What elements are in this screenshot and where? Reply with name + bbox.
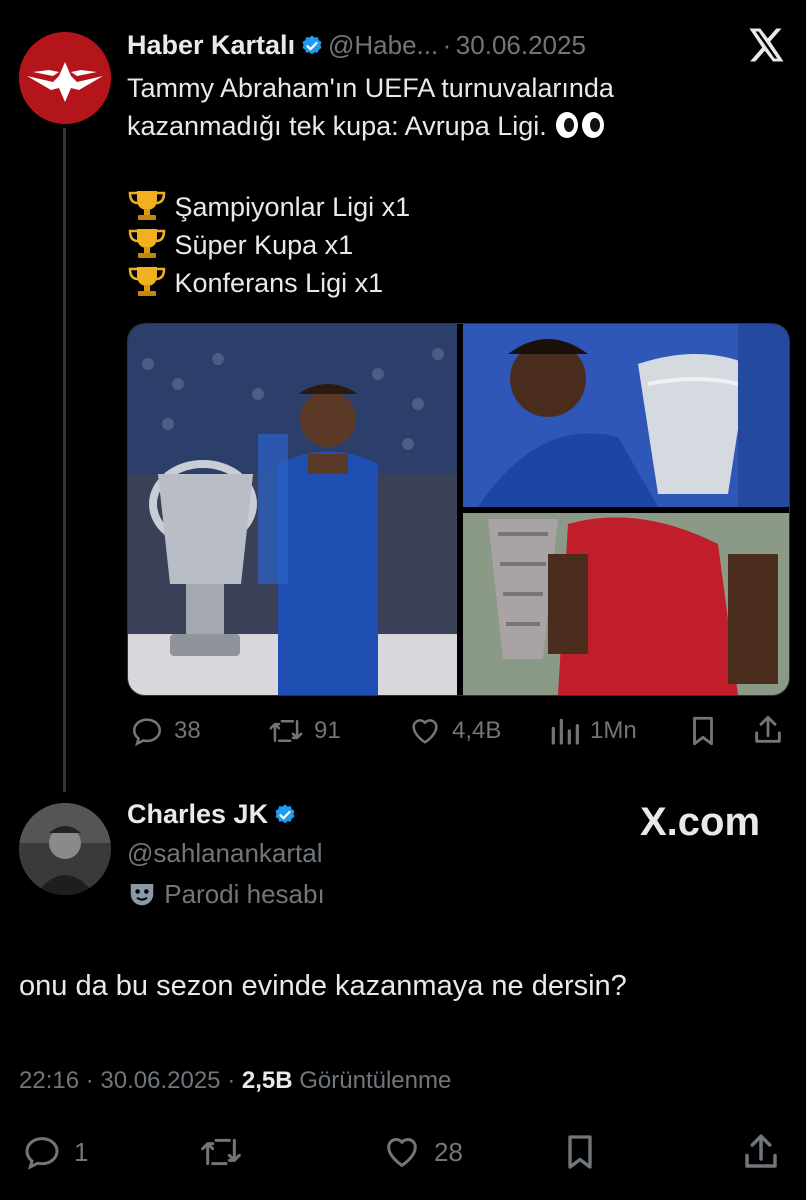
trophy-text: Şampiyonlar Ligi x1 <box>174 192 411 222</box>
media-photos <box>128 324 789 695</box>
reply-button[interactable]: 38 <box>130 714 201 748</box>
tweet-text-line-2-text: kazanmadığı tek kupa: Avrupa Ligi. <box>127 111 547 141</box>
parody-mask-icon <box>130 884 154 906</box>
photo-super-cup[interactable] <box>463 324 789 507</box>
retweet-count: 91 <box>314 717 341 744</box>
tweet-text-line-1: Tammy Abraham'ın UEFA turnuvalarında <box>127 73 614 103</box>
author-handle[interactable]: @Habe... <box>328 30 438 60</box>
like-icon <box>387 1138 417 1167</box>
reply-time[interactable]: 22:16 <box>19 1067 79 1094</box>
tweet-date[interactable]: 30.06.2025 <box>456 30 586 60</box>
trophy-icon <box>128 191 166 220</box>
tweet-text-line-2: kazanmadığı tek kupa: Avrupa Ligi. <box>127 107 608 145</box>
like-button[interactable]: 4,4B <box>408 714 501 748</box>
reply-views-count: 2,5B <box>241 1067 293 1094</box>
retweet-button[interactable]: 91 <box>268 714 341 748</box>
dot-separator: · <box>227 1067 236 1094</box>
watermark: X.com <box>640 800 760 845</box>
reply-bookmark-button[interactable] <box>562 1132 598 1172</box>
reply-header: Charles JK <box>127 799 297 830</box>
trophy-list: Şampiyonlar Ligi x1 Süper Kupa x1 Konfer… <box>127 188 410 302</box>
trophy-text: Süper Kupa x1 <box>174 230 354 260</box>
reply-author-name[interactable]: Charles JK <box>127 799 268 829</box>
parody-label: Parodi hesabı <box>127 879 325 910</box>
trophy-text: Konferans Ligi x1 <box>174 268 384 298</box>
trophy-item: Şampiyonlar Ligi x1 <box>127 188 410 226</box>
reply-like-count: 28 <box>434 1136 463 1167</box>
reply-icon <box>25 1137 59 1170</box>
reply-retweet-button[interactable] <box>198 1132 244 1172</box>
trophy-item: Konferans Ligi x1 <box>127 264 410 302</box>
reply-views-label: Görüntülenme <box>299 1067 452 1094</box>
bookmark-icon <box>693 716 713 746</box>
trophy-item: Süper Kupa x1 <box>127 226 410 264</box>
thread-line <box>63 128 66 792</box>
retweet-icon <box>201 1138 241 1166</box>
trophy-icon <box>128 267 166 296</box>
dot-separator: · <box>85 1067 94 1094</box>
views-button[interactable]: 1Mn <box>548 714 637 748</box>
reply-date[interactable]: 30.06.2025 <box>100 1067 220 1094</box>
media-grid[interactable] <box>127 323 790 696</box>
parody-label-text: Parodi hesabı <box>164 879 325 909</box>
reply-text: onu da bu sezon evinde kazanmaya ne ders… <box>19 970 627 1002</box>
eyes-emoji-icon <box>554 111 608 141</box>
share-icon <box>745 1134 777 1168</box>
like-icon <box>412 719 438 744</box>
reply-reply-button[interactable]: 1 <box>20 1132 88 1172</box>
views-count: 1Mn <box>590 717 637 744</box>
trophy-icon <box>128 229 166 258</box>
verified-icon <box>275 804 295 824</box>
avatar-photo <box>19 803 111 895</box>
reply-reply-count: 1 <box>74 1136 89 1167</box>
reply-meta: 22:16 · 30.06.2025 · 2,5B Görüntülenme <box>19 1067 451 1095</box>
like-count: 4,4B <box>452 717 502 744</box>
watermark-text: X.com <box>640 800 761 844</box>
reply-count: 38 <box>174 717 201 744</box>
retweet-icon <box>269 720 303 742</box>
reply-handle[interactable]: @sahlanankartal <box>127 838 323 869</box>
reply-icon <box>132 718 162 747</box>
x-logo-icon[interactable] <box>749 28 785 67</box>
author-name[interactable]: Haber Kartalı <box>127 30 295 60</box>
reply-share-button[interactable] <box>740 1130 782 1174</box>
verified-icon <box>302 35 322 55</box>
photo-conference-league[interactable] <box>463 513 789 695</box>
reply-like-button[interactable]: 28 <box>380 1132 463 1172</box>
reply-avatar[interactable] <box>19 803 111 895</box>
views-icon <box>551 718 579 745</box>
bookmark-icon <box>568 1135 592 1169</box>
dot-separator: · <box>442 30 452 60</box>
avatar[interactable] <box>19 32 111 124</box>
eagle-logo-icon <box>19 32 111 124</box>
share-icon <box>755 715 781 743</box>
tweet-header: Haber Kartalı @Habe... · 30.06.2025 <box>127 30 586 61</box>
share-button[interactable] <box>751 712 785 748</box>
bookmark-button[interactable] <box>688 714 718 748</box>
photo-champions-league[interactable] <box>128 324 457 695</box>
